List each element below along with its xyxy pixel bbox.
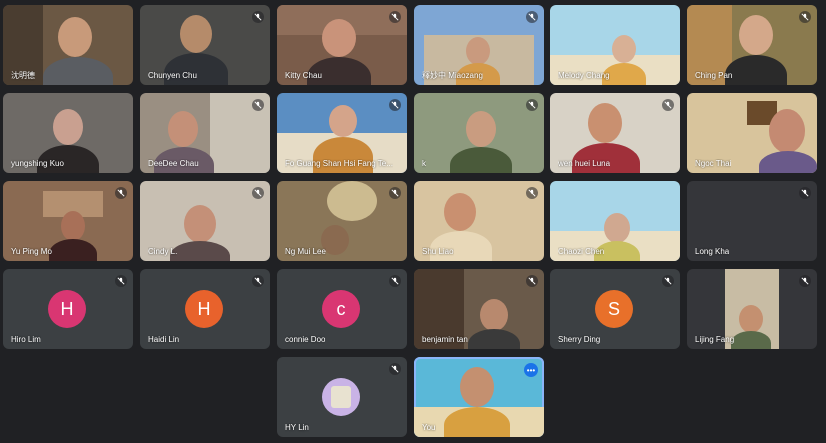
participant-name: HY Lin — [285, 423, 309, 432]
mic-off-icon — [115, 187, 127, 199]
participant-tile[interactable]: benjamin tan — [414, 269, 544, 349]
participant-tile[interactable]: Ching Pan — [687, 5, 817, 85]
participant-name: 沈明德 — [11, 71, 35, 80]
participant-name: Chunyen Chu — [148, 71, 197, 80]
participant-name: 釋妙中 Miaozang — [422, 71, 483, 80]
participant-name: You — [422, 423, 436, 432]
mic-off-icon — [526, 275, 538, 287]
mic-off-icon — [389, 187, 401, 199]
participant-name: DeeDee Chau — [148, 159, 199, 168]
participant-tile[interactable]: 釋妙中 Miaozang — [414, 5, 544, 85]
mic-off-icon — [389, 11, 401, 23]
participant-tile[interactable]: H Haidi Lin — [140, 269, 270, 349]
mic-off-icon — [662, 99, 674, 111]
avatar: S — [595, 290, 633, 328]
mic-off-icon — [252, 11, 264, 23]
participant-name: Ching Pan — [695, 71, 733, 80]
participant-name: Fo Guang Shan Hsi Fang Te... — [285, 159, 393, 168]
mic-off-icon — [799, 187, 811, 199]
mic-off-icon — [799, 275, 811, 287]
participant-name: Chaozi Chen — [558, 247, 605, 256]
participant-name: Yu Ping Mo — [11, 247, 52, 256]
avatar: H — [48, 290, 86, 328]
participant-tile[interactable]: Kitty Chau — [277, 5, 407, 85]
mic-off-icon — [252, 99, 264, 111]
participant-tile[interactable]: Melody Chang — [550, 5, 680, 85]
participant-tile[interactable]: Ng Mui Lee — [277, 181, 407, 261]
participant-tile[interactable]: k — [414, 93, 544, 173]
participant-name: Hiro Lim — [11, 335, 41, 344]
mic-off-icon — [662, 275, 674, 287]
participant-name: Melody Chang — [558, 71, 610, 80]
participant-tile[interactable]: c connie Doo — [277, 269, 407, 349]
participant-name: Shu Liao — [422, 247, 454, 256]
participant-name: benjamin tan — [422, 335, 468, 344]
participant-tile[interactable]: Long Kha — [687, 181, 817, 261]
participant-name: yungshing Kuo — [11, 159, 64, 168]
participant-tile[interactable]: yungshing Kuo — [3, 93, 133, 173]
mic-off-icon — [389, 275, 401, 287]
participant-tile[interactable]: DeeDee Chau — [140, 93, 270, 173]
mic-off-icon — [389, 363, 401, 375]
participant-name: Lijing Fang — [695, 335, 735, 344]
participant-name: Sherry Ding — [558, 335, 601, 344]
self-view-tile[interactable]: ••• You — [414, 357, 544, 437]
participant-tile[interactable]: S Sherry Ding — [550, 269, 680, 349]
participant-name: k — [422, 159, 426, 168]
avatar: c — [322, 290, 360, 328]
participant-name: Ngoc Thai — [695, 159, 732, 168]
participant-tile[interactable]: Cindy L. — [140, 181, 270, 261]
participant-tile[interactable]: Chaozi Chen — [550, 181, 680, 261]
profile-photo-icon — [331, 386, 351, 408]
mic-off-icon — [389, 99, 401, 111]
mic-off-icon — [252, 275, 264, 287]
participant-tile[interactable]: wen huei Luna — [550, 93, 680, 173]
participant-name: Kitty Chau — [285, 71, 322, 80]
more-options-button[interactable]: ••• — [524, 363, 538, 377]
participant-tile[interactable]: H Hiro Lim — [3, 269, 133, 349]
participant-name: Ng Mui Lee — [285, 247, 326, 256]
participant-name: Long Kha — [695, 247, 730, 256]
mic-off-icon — [115, 275, 127, 287]
participant-tile[interactable]: HY Lin — [277, 357, 407, 437]
mic-off-icon — [799, 11, 811, 23]
mic-off-icon — [526, 99, 538, 111]
avatar: H — [185, 290, 223, 328]
participant-name: Cindy L. — [148, 247, 178, 256]
participant-tile[interactable]: Yu Ping Mo — [3, 181, 133, 261]
mic-off-icon — [526, 187, 538, 199]
participant-tile[interactable]: 沈明德 — [3, 5, 133, 85]
participant-tile[interactable]: Chunyen Chu — [140, 5, 270, 85]
participant-tile[interactable]: Shu Liao — [414, 181, 544, 261]
mic-off-icon — [526, 11, 538, 23]
participant-name: wen huei Luna — [558, 159, 611, 168]
participant-name: connie Doo — [285, 335, 326, 344]
avatar — [322, 378, 360, 416]
participant-tile[interactable]: Lijing Fang — [687, 269, 817, 349]
participant-name: Haidi Lin — [148, 335, 180, 344]
participant-tile[interactable]: Ngoc Thai — [687, 93, 817, 173]
participant-tile[interactable]: Fo Guang Shan Hsi Fang Te... — [277, 93, 407, 173]
mic-off-icon — [252, 187, 264, 199]
